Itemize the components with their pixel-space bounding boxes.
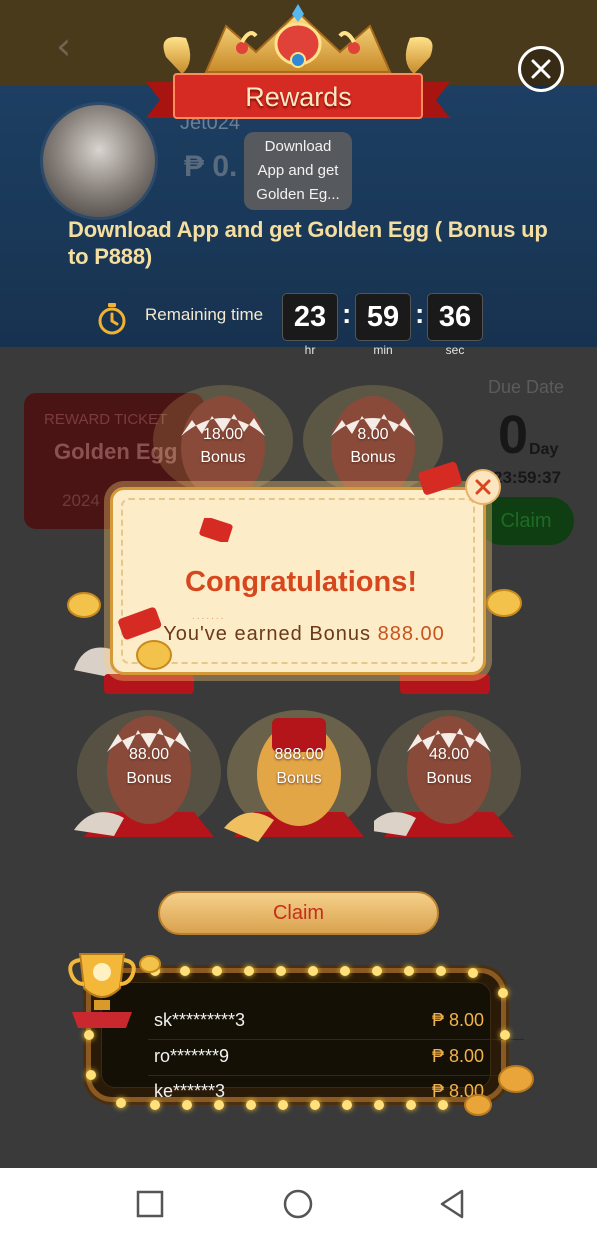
marquee-light <box>498 988 508 998</box>
winners-board: sk*********3 ₱ 8.00 ro*******9 ₱ 8.00 ke… <box>86 968 524 1102</box>
due-days: 0 <box>498 405 529 465</box>
marquee-light <box>310 1100 320 1110</box>
avatar <box>40 102 158 220</box>
due-countdown: 23:59:37 <box>493 468 562 487</box>
tooltip-line-1: Download <box>264 138 332 155</box>
marquee-light <box>116 1098 126 1108</box>
ticket-year: 2024 <box>62 491 100 510</box>
background-claim-button[interactable]: Claim <box>478 497 574 545</box>
close-icon <box>531 59 551 79</box>
coin-icon <box>139 955 161 973</box>
trophy-icon <box>68 953 136 1028</box>
back-arrow-icon[interactable]: ‹ <box>56 24 71 68</box>
marquee-light <box>182 1100 192 1110</box>
coin-icon <box>486 589 522 617</box>
marquee-light <box>246 1100 256 1110</box>
nav-square-icon[interactable] <box>134 1188 166 1220</box>
remaining-time-label: Remaining time <box>145 305 264 324</box>
tooltip: Download App and get Golden Eg... <box>244 132 352 210</box>
due-day-unit: Day <box>529 441 559 458</box>
system-navigation-bar <box>0 1168 597 1238</box>
stopwatch-icon <box>98 303 126 335</box>
modal-message-text: You've earned Bonus <box>163 623 378 645</box>
modal-close-button[interactable] <box>465 469 501 505</box>
marquee-light <box>86 1070 96 1080</box>
golden-egg-4[interactable]: 88.00 Bonus <box>74 702 234 872</box>
marquee-light <box>276 966 286 976</box>
marquee-light <box>372 966 382 976</box>
marquee-light <box>214 1100 224 1110</box>
coin-icon <box>498 1065 534 1093</box>
timer-minutes: 59 <box>355 293 411 341</box>
due-date-label: Due Date <box>488 377 565 397</box>
red-envelope-icon <box>118 607 162 640</box>
egg-value: 48.00 <box>428 746 470 763</box>
egg-label: Bonus <box>276 770 322 787</box>
egg-value: 88.00 <box>128 746 170 763</box>
marquee-light <box>180 966 190 976</box>
marquee-light <box>342 1100 352 1110</box>
golden-egg-6[interactable]: 48.00 Bonus <box>374 702 534 872</box>
timer-hours-unit: hr <box>304 343 316 357</box>
marquee-light <box>244 966 254 976</box>
egg-value: 888.00 <box>274 746 324 763</box>
marquee-light <box>374 1100 384 1110</box>
marquee-light <box>500 1030 510 1040</box>
coin-icon <box>464 1094 492 1116</box>
marquee-light <box>404 966 414 976</box>
marquee-light <box>84 1030 94 1040</box>
modal-title: Congratulations! <box>185 566 417 598</box>
marquee-light <box>436 966 446 976</box>
marquee-light <box>438 1100 448 1110</box>
modal-divider: ....... <box>192 611 226 622</box>
nav-circle-icon[interactable] <box>282 1188 314 1220</box>
timer-seconds: 36 <box>427 293 483 341</box>
golden-egg-5-opened[interactable]: 888.00 Bonus <box>224 702 384 872</box>
close-button[interactable] <box>518 46 564 92</box>
winner-row: sk*********3 ₱ 8.00 <box>148 1004 524 1040</box>
timer-seconds-unit: sec <box>445 343 465 357</box>
winner-name: ro*******9 <box>154 1046 230 1066</box>
modal-message: You've earned Bonus 888.00 <box>139 623 469 646</box>
timer-minutes-unit: min <box>373 343 393 357</box>
winner-name: sk*********3 <box>154 1010 246 1030</box>
timer-hours: 23 <box>282 293 338 341</box>
egg-value: 18.00 <box>202 426 244 443</box>
marquee-light <box>340 966 350 976</box>
red-envelope-icon <box>418 461 462 495</box>
tooltip-line-3: Golden Eg... <box>256 186 340 203</box>
claim-button[interactable]: Claim <box>158 891 439 935</box>
egg-value: 8.00 <box>357 426 389 443</box>
winner-row: ro*******9 ₱ 8.00 <box>148 1040 524 1076</box>
timer-colon: : <box>342 298 352 329</box>
egg-label: Bonus <box>426 770 472 787</box>
marquee-light <box>308 966 318 976</box>
page-title: Rewards <box>245 82 352 112</box>
marquee-light <box>406 1100 416 1110</box>
nav-back-triangle-icon[interactable] <box>436 1188 468 1220</box>
coin-icon <box>136 640 172 670</box>
egg-label: Bonus <box>126 770 172 787</box>
balance: ₱ 0. <box>184 150 238 183</box>
winner-amount: ₱ 8.00 <box>431 1010 484 1030</box>
marquee-light <box>468 968 478 978</box>
winner-name: ke******3 <box>154 1081 226 1101</box>
marquee-light <box>150 1100 160 1110</box>
winners-list: sk*********3 ₱ 8.00 ro*******9 ₱ 8.00 ke… <box>101 982 524 1101</box>
marquee-light <box>278 1100 288 1110</box>
winner-amount: ₱ 8.00 <box>431 1046 484 1066</box>
tooltip-line-2: App and get <box>257 162 339 179</box>
promo-title: Download App and get Golden Egg ( Bonus … <box>68 217 548 269</box>
coin-icon <box>67 592 101 618</box>
red-envelope-icon <box>199 518 233 542</box>
egg-label: Bonus <box>200 449 246 466</box>
timer-colon: : <box>415 298 425 329</box>
close-icon <box>475 479 491 495</box>
marquee-light <box>212 966 222 976</box>
modal-amount: 888.00 <box>377 623 445 645</box>
